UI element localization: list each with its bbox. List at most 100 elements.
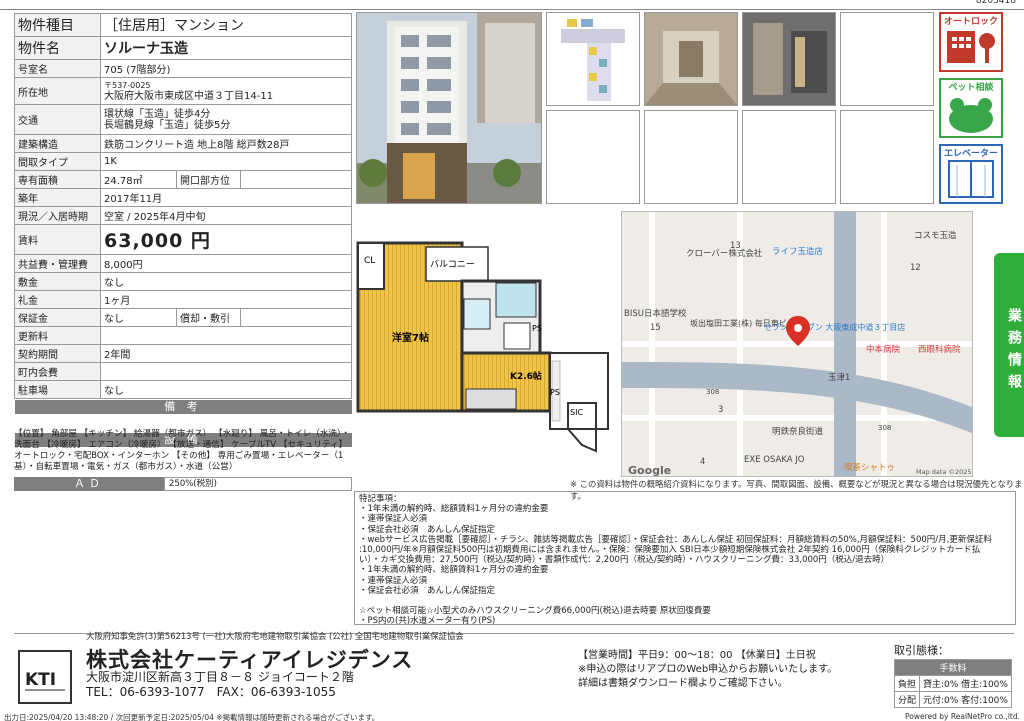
row-label: 敷金 [14, 272, 101, 291]
plan-closet-label: CL [364, 256, 375, 266]
entrance-thumb [743, 13, 835, 105]
map-block-number: 4 [700, 457, 705, 467]
row-area: 専有面積 24.78㎡ 開口部方位 [14, 170, 352, 189]
row-value: 2年間 [100, 344, 352, 363]
row-label: 現況／入居時期 [14, 206, 101, 225]
map-poi-kosume: コスモ玉造 [914, 230, 957, 241]
remarks-line: :10,000円/年※月額保証料500円は初期費用には含まれません。・保険：保険… [359, 545, 981, 556]
map-block-number: 12 [910, 263, 921, 273]
row-deposit: 敷金 なし [14, 272, 352, 291]
thumbnail-empty[interactable] [840, 12, 934, 106]
remarks-line: ・連帯保証人必須 [359, 575, 428, 586]
row-value [240, 170, 352, 189]
ad-value: 250%(税別) [164, 477, 352, 491]
plan-sic-label: SIC [570, 408, 583, 417]
remarks-line: ・連帯保証人必須 [359, 514, 428, 525]
autolock-badge: オートロック [939, 12, 1003, 72]
remarks-line: ・保証会社必須 あんしん保証指定 [359, 585, 496, 596]
row-value [100, 362, 352, 381]
row-value: 環状線「玉造」徒歩4分 長堀鶴見線「玉造」徒歩5分 [100, 104, 352, 135]
map-poi-life: ライフ玉造店 [772, 246, 824, 257]
business-info-tab[interactable]: 業務情報 [994, 253, 1024, 437]
thumbnail-empty[interactable] [840, 110, 934, 204]
transaction-type: 取引態様： 手数料 負担 貸主:0% 借主:100% 分配 元付:0% 客付:1… [893, 642, 1012, 708]
row-label: 物件名 [14, 36, 101, 60]
row-label: 駐車場 [14, 380, 101, 399]
company-logo: KTI [18, 650, 72, 704]
row-label: 交通 [14, 104, 101, 135]
row-label: 号室名 [14, 59, 101, 78]
plan-room-label: 洋室7帖 [392, 331, 429, 344]
row-parking: 駐車場 なし [14, 380, 352, 399]
remarks-line: ・1年未満の解約時、総額賃料1ヶ月分の違約金要 [359, 504, 549, 515]
row-label: 築年 [14, 188, 101, 207]
thumbnail-empty[interactable] [644, 110, 738, 204]
fee-value: 貸主:0% 借主:100% [919, 675, 1012, 692]
map-area-label: 玉津1 [828, 372, 850, 383]
row-community: 町内会費 [14, 362, 352, 381]
footer-powered-by: Powered by RealNetPro co.,ltd. [905, 712, 1020, 721]
row-remarks-bar: 備 考 [14, 399, 352, 416]
row-value: 2017年11月 [100, 188, 352, 207]
row-label: 保証金 [14, 308, 101, 327]
thumbnail-empty[interactable] [546, 110, 640, 204]
license-text: 大阪府知事免許(3)第56213号 (一社)大阪府宅地建物取引業協会 (公社) … [86, 631, 464, 641]
row-access: 交通 環状線「玉造」徒歩4分 長堀鶴見線「玉造」徒歩5分 [14, 104, 352, 135]
thumbnail-hallway[interactable] [644, 12, 738, 106]
row-value: 空室 / 2025年4月中旬 [100, 206, 352, 225]
thumbnail-entrance[interactable] [742, 12, 836, 106]
elevator-icon [948, 160, 994, 198]
map-attribution: Map data ©2025 [916, 468, 972, 476]
thumbnail-floorplan[interactable] [546, 12, 640, 106]
facilities-text: 【位置】 角部屋 【キッチン】 給湯器（都市ガス） 【水廻り】 風呂・トイレ（水… [14, 429, 350, 472]
thumbnail-empty[interactable] [742, 110, 836, 204]
footer-timestamp: 出力日:2025/04/20 13:48:20 / 次回更新予定日:2025/0… [4, 713, 380, 721]
row-label: 共益費・管理費 [14, 254, 101, 273]
hours-line: 詳細は書類ダウンロード欄よりご確認下さい。 [578, 678, 788, 689]
zip-code: 〒537-0025 [104, 81, 151, 90]
floor-plan-drawing: CL バルコニー 洋室7帖 K2.6帖 PS PS SIC [356, 241, 609, 453]
remarks-line [359, 596, 1011, 606]
special-notes: 特記事項： ・1年未満の解約時、総額賃料1ヶ月分の違約金要 ・連帯保証人必須 ・… [354, 491, 1016, 625]
location-map[interactable]: 13 12 15 3 4 クローバー株式会社 ライフ玉造店 コスモ玉造 BISU… [621, 211, 973, 477]
row-fee: 共益費・管理費 8,000円 [14, 254, 352, 273]
map-poi-bisu: BISU日本語学校 [624, 308, 687, 319]
row-contract: 契約期間 2年間 [14, 344, 352, 363]
row-label: 町内会費 [14, 362, 101, 381]
row-value: 1ヶ月 [100, 290, 352, 309]
map-poi-clover: クローバー株式会社 [686, 248, 763, 259]
svg-text:KTI: KTI [25, 670, 56, 690]
row-label: 物件種目 [14, 13, 101, 37]
row-structure: 建築構造 鉄筋コンクリート造 地上8階 総戸数28戸 [14, 134, 352, 153]
remarks-line: ・webサービス広告掲載［要確認］・チラシ、雑誌等掲載広告［要確認］・保証会社：… [359, 534, 992, 545]
fee-table: 手数料 負担 貸主:0% 借主:100% 分配 元付:0% 客付:100% [893, 659, 1012, 708]
property-table: 物件種目 ［住居用］マンション 物件名 ソルーナ玉造 号室名 705 (7階部分… [14, 13, 352, 449]
row-value: 鉄筋コンクリート造 地上8階 総戸数28戸 [100, 134, 352, 153]
row-layout: 間取タイプ 1K [14, 152, 352, 171]
kti-logo-icon: KTI [25, 670, 65, 691]
map-street-label: 明鉄奈良街道 [772, 426, 824, 437]
remarks-line: ・1年未満の解約時、総額賃料1ヶ月分の違約金要 [359, 565, 549, 576]
remarks-line: ・PS内の(共)水道メーター有り(PS) [359, 616, 496, 625]
plan-balcony-label: バルコニー [430, 259, 475, 270]
row-label: 間取タイプ [14, 152, 101, 171]
row-value: なし [100, 308, 177, 327]
building-photo[interactable] [356, 12, 542, 204]
row-value: ［住居用］マンション [100, 13, 352, 37]
floor-plan: CL バルコニー 洋室7帖 K2.6帖 PS PS SIC [356, 211, 616, 477]
row-renewal: 更新料 [14, 326, 352, 345]
row-value: 24.78㎡ [100, 170, 177, 189]
remarks-line: 特記事項： [359, 494, 402, 504]
row-type: 物件種目 ［住居用］マンション [14, 13, 352, 37]
row-built: 築年 2017年11月 [14, 188, 352, 207]
row-label: 賃料 [14, 224, 101, 255]
row-label: 契約期間 [14, 344, 101, 363]
row-room: 号室名 705 (7階部分) [14, 59, 352, 78]
map-poi-nakamoto: 中本病院 [866, 344, 901, 355]
company-phone: TEL：06-6393-1077 FAX：06-6393-1055 [86, 685, 336, 699]
document-id: 8203418 [975, 0, 1016, 6]
badge-label: ペット相談 [948, 83, 994, 93]
row-label: 礼金 [14, 290, 101, 309]
row-value: なし [100, 380, 352, 399]
map-block-number: 3 [718, 405, 723, 415]
